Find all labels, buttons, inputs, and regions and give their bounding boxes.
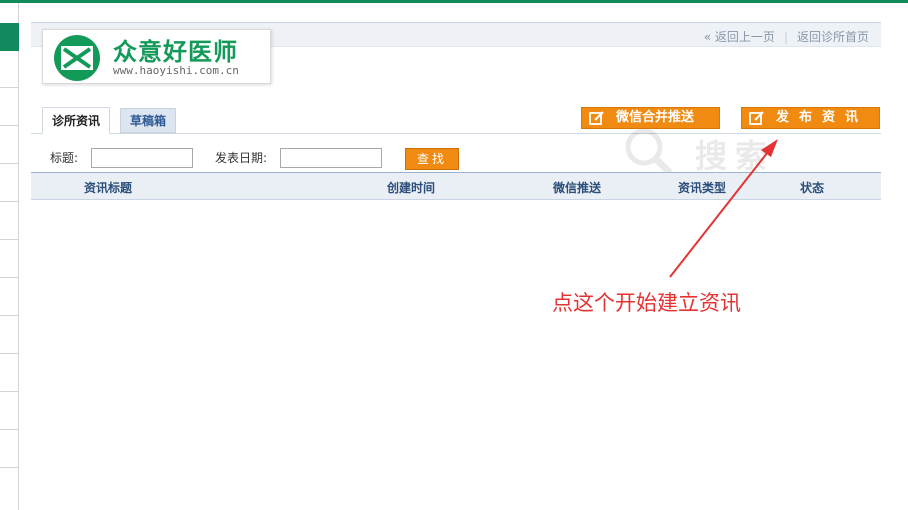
annotation-arrow bbox=[669, 139, 778, 278]
tab-clinic-news[interactable]: 诊所资讯 bbox=[42, 107, 111, 134]
annotation-text: 点这个开始建立资讯 bbox=[552, 291, 741, 315]
